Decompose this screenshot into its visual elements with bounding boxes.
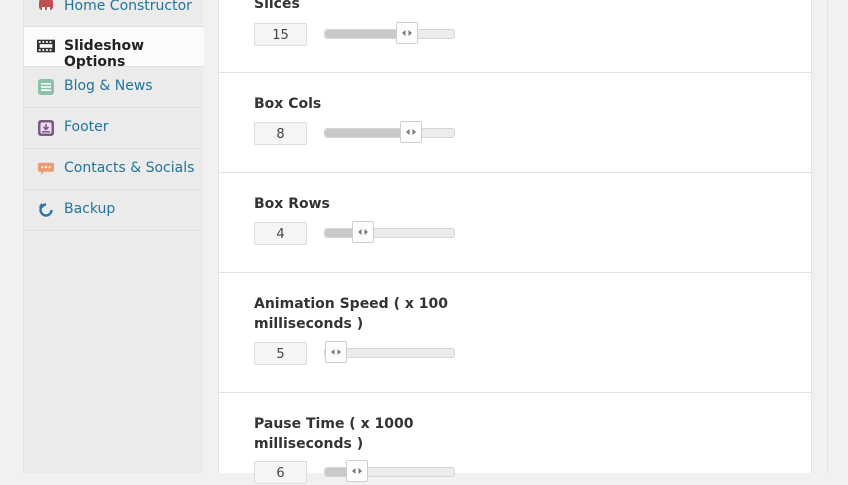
refresh-arrow-icon — [37, 201, 55, 219]
divider — [219, 172, 811, 173]
sidebar-nav: Home Constructor Slideshow Options Blog … — [23, 0, 204, 473]
resize-arrows-icon — [358, 229, 368, 235]
sidebar-item-backup[interactable]: Backup — [24, 190, 203, 231]
sidebar-item-home-constructor[interactable]: Home Constructor — [24, 0, 203, 27]
sidebar-item-label: Contacts & Socials — [64, 160, 195, 176]
animation-speed-value-field[interactable]: 5 — [254, 342, 307, 365]
divider — [219, 72, 811, 73]
slider-handle[interactable] — [346, 460, 368, 482]
slices-value-field[interactable]: 15 — [254, 23, 307, 46]
option-label: Slices — [254, 0, 300, 12]
document-lines-icon — [37, 78, 55, 96]
sidebar-item-label: Footer — [64, 119, 109, 135]
sidebar-item-label: Backup — [64, 201, 116, 217]
slider-handle[interactable] — [352, 221, 374, 243]
download-tray-icon — [37, 119, 55, 137]
slider-handle[interactable] — [400, 121, 422, 143]
speech-bubble-icon — [37, 160, 55, 178]
slider-handle[interactable] — [396, 22, 418, 44]
slices-slider-track[interactable] — [324, 22, 455, 44]
slider-fill — [325, 129, 411, 137]
resize-arrows-icon — [402, 30, 412, 36]
sidebar-item-footer[interactable]: Footer — [24, 108, 203, 149]
option-label: Pause Time ( x 1000 milliseconds ) — [254, 416, 414, 452]
option-label: Box Rows — [254, 196, 330, 212]
box-cols-value-field[interactable]: 8 — [254, 122, 307, 145]
option-label: Box Cols — [254, 96, 322, 112]
divider — [219, 392, 811, 393]
option-label: Animation Speed ( x 100 milliseconds ) — [254, 296, 448, 332]
resize-arrows-icon — [406, 129, 416, 135]
sidebar-item-label: Slideshow Options — [64, 38, 145, 70]
slider-fill — [325, 30, 407, 38]
sidebar-item-label: Home Constructor — [64, 0, 192, 14]
sidebar-item-contacts-socials[interactable]: Contacts & Socials — [24, 149, 203, 190]
pause-time-slider-track[interactable] — [324, 460, 455, 482]
slideshow-options-panel: Slices 15 Box Cols 8 Box Rows 4 Animatio… — [218, 0, 812, 484]
resize-arrows-icon — [352, 468, 362, 474]
film-strip-icon — [37, 37, 55, 55]
divider — [219, 272, 811, 273]
sidebar-item-label: Blog & News — [64, 78, 153, 94]
slider-handle[interactable] — [325, 341, 347, 363]
box-rows-slider-track[interactable] — [324, 221, 455, 243]
sidebar-item-slideshow-options[interactable]: Slideshow Options — [24, 26, 204, 70]
box-rows-value-field[interactable]: 4 — [254, 222, 307, 245]
box-cols-slider-track[interactable] — [324, 121, 455, 143]
animation-speed-slider-track[interactable] — [324, 341, 455, 363]
sidebar-item-blog-news[interactable]: Blog & News — [24, 67, 203, 108]
resize-arrows-icon — [331, 349, 341, 355]
page-edge — [827, 0, 828, 473]
home-constructor-icon — [37, 0, 55, 15]
